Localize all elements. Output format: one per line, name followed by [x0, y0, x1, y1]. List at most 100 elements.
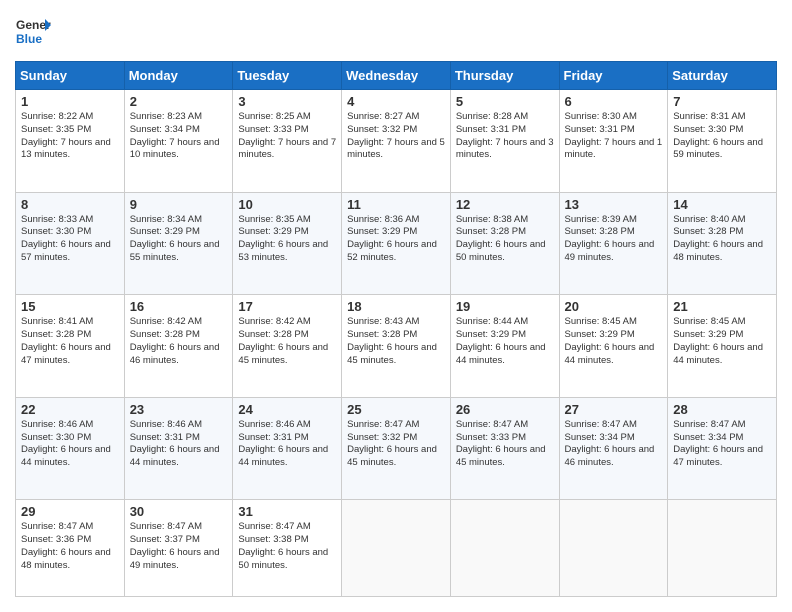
- day-info: Sunrise: 8:35 AMSunset: 3:29 PMDaylight:…: [238, 214, 328, 263]
- day-info: Sunrise: 8:47 AMSunset: 3:37 PMDaylight:…: [130, 521, 220, 570]
- day-number: 1: [21, 94, 119, 109]
- day-number: 11: [347, 197, 445, 212]
- day-number: 23: [130, 402, 228, 417]
- day-number: 16: [130, 299, 228, 314]
- svg-text:Blue: Blue: [16, 32, 42, 46]
- col-header-friday: Friday: [559, 62, 668, 90]
- day-number: 28: [673, 402, 771, 417]
- calendar-cell: 22 Sunrise: 8:46 AMSunset: 3:30 PMDaylig…: [16, 397, 125, 500]
- day-number: 14: [673, 197, 771, 212]
- col-header-monday: Monday: [124, 62, 233, 90]
- calendar-cell: 9 Sunrise: 8:34 AMSunset: 3:29 PMDayligh…: [124, 192, 233, 295]
- day-info: Sunrise: 8:31 AMSunset: 3:30 PMDaylight:…: [673, 111, 763, 160]
- header: General Blue: [15, 15, 777, 51]
- day-number: 31: [238, 504, 336, 519]
- calendar-cell: [559, 500, 668, 597]
- calendar-cell: 15 Sunrise: 8:41 AMSunset: 3:28 PMDaylig…: [16, 295, 125, 398]
- calendar-cell: [668, 500, 777, 597]
- logo-icon: General Blue: [15, 15, 51, 51]
- day-info: Sunrise: 8:44 AMSunset: 3:29 PMDaylight:…: [456, 316, 546, 365]
- col-header-sunday: Sunday: [16, 62, 125, 90]
- day-info: Sunrise: 8:41 AMSunset: 3:28 PMDaylight:…: [21, 316, 111, 365]
- calendar-cell: 27 Sunrise: 8:47 AMSunset: 3:34 PMDaylig…: [559, 397, 668, 500]
- day-number: 22: [21, 402, 119, 417]
- calendar-cell: 6 Sunrise: 8:30 AMSunset: 3:31 PMDayligh…: [559, 90, 668, 193]
- day-info: Sunrise: 8:25 AMSunset: 3:33 PMDaylight:…: [238, 111, 336, 160]
- calendar-cell: 8 Sunrise: 8:33 AMSunset: 3:30 PMDayligh…: [16, 192, 125, 295]
- calendar-cell: 18 Sunrise: 8:43 AMSunset: 3:28 PMDaylig…: [342, 295, 451, 398]
- day-info: Sunrise: 8:47 AMSunset: 3:36 PMDaylight:…: [21, 521, 111, 570]
- day-info: Sunrise: 8:30 AMSunset: 3:31 PMDaylight:…: [565, 111, 663, 160]
- day-info: Sunrise: 8:46 AMSunset: 3:31 PMDaylight:…: [238, 419, 328, 468]
- day-info: Sunrise: 8:40 AMSunset: 3:28 PMDaylight:…: [673, 214, 763, 263]
- logo: General Blue: [15, 15, 51, 51]
- calendar-cell: 4 Sunrise: 8:27 AMSunset: 3:32 PMDayligh…: [342, 90, 451, 193]
- calendar-cell: 19 Sunrise: 8:44 AMSunset: 3:29 PMDaylig…: [450, 295, 559, 398]
- day-info: Sunrise: 8:47 AMSunset: 3:34 PMDaylight:…: [565, 419, 655, 468]
- calendar-cell: 23 Sunrise: 8:46 AMSunset: 3:31 PMDaylig…: [124, 397, 233, 500]
- calendar-cell: 31 Sunrise: 8:47 AMSunset: 3:38 PMDaylig…: [233, 500, 342, 597]
- day-number: 17: [238, 299, 336, 314]
- day-number: 2: [130, 94, 228, 109]
- day-info: Sunrise: 8:47 AMSunset: 3:32 PMDaylight:…: [347, 419, 437, 468]
- day-info: Sunrise: 8:45 AMSunset: 3:29 PMDaylight:…: [673, 316, 763, 365]
- calendar-cell: 26 Sunrise: 8:47 AMSunset: 3:33 PMDaylig…: [450, 397, 559, 500]
- day-info: Sunrise: 8:33 AMSunset: 3:30 PMDaylight:…: [21, 214, 111, 263]
- calendar-cell: 16 Sunrise: 8:42 AMSunset: 3:28 PMDaylig…: [124, 295, 233, 398]
- calendar-cell: 10 Sunrise: 8:35 AMSunset: 3:29 PMDaylig…: [233, 192, 342, 295]
- calendar-cell: 7 Sunrise: 8:31 AMSunset: 3:30 PMDayligh…: [668, 90, 777, 193]
- calendar-cell: 1 Sunrise: 8:22 AMSunset: 3:35 PMDayligh…: [16, 90, 125, 193]
- calendar-cell: 17 Sunrise: 8:42 AMSunset: 3:28 PMDaylig…: [233, 295, 342, 398]
- day-number: 25: [347, 402, 445, 417]
- day-info: Sunrise: 8:27 AMSunset: 3:32 PMDaylight:…: [347, 111, 445, 160]
- day-number: 18: [347, 299, 445, 314]
- day-number: 20: [565, 299, 663, 314]
- day-number: 7: [673, 94, 771, 109]
- day-info: Sunrise: 8:28 AMSunset: 3:31 PMDaylight:…: [456, 111, 554, 160]
- day-info: Sunrise: 8:43 AMSunset: 3:28 PMDaylight:…: [347, 316, 437, 365]
- day-number: 15: [21, 299, 119, 314]
- day-info: Sunrise: 8:36 AMSunset: 3:29 PMDaylight:…: [347, 214, 437, 263]
- day-info: Sunrise: 8:38 AMSunset: 3:28 PMDaylight:…: [456, 214, 546, 263]
- calendar-cell: 14 Sunrise: 8:40 AMSunset: 3:28 PMDaylig…: [668, 192, 777, 295]
- day-number: 8: [21, 197, 119, 212]
- day-info: Sunrise: 8:46 AMSunset: 3:30 PMDaylight:…: [21, 419, 111, 468]
- col-header-saturday: Saturday: [668, 62, 777, 90]
- calendar-cell: [342, 500, 451, 597]
- day-number: 24: [238, 402, 336, 417]
- day-number: 4: [347, 94, 445, 109]
- calendar-cell: [450, 500, 559, 597]
- day-number: 12: [456, 197, 554, 212]
- day-number: 21: [673, 299, 771, 314]
- day-number: 13: [565, 197, 663, 212]
- day-info: Sunrise: 8:42 AMSunset: 3:28 PMDaylight:…: [238, 316, 328, 365]
- calendar-cell: 12 Sunrise: 8:38 AMSunset: 3:28 PMDaylig…: [450, 192, 559, 295]
- col-header-tuesday: Tuesday: [233, 62, 342, 90]
- day-number: 6: [565, 94, 663, 109]
- calendar-cell: 30 Sunrise: 8:47 AMSunset: 3:37 PMDaylig…: [124, 500, 233, 597]
- day-info: Sunrise: 8:22 AMSunset: 3:35 PMDaylight:…: [21, 111, 111, 160]
- day-info: Sunrise: 8:23 AMSunset: 3:34 PMDaylight:…: [130, 111, 220, 160]
- day-number: 30: [130, 504, 228, 519]
- calendar-cell: 28 Sunrise: 8:47 AMSunset: 3:34 PMDaylig…: [668, 397, 777, 500]
- day-info: Sunrise: 8:34 AMSunset: 3:29 PMDaylight:…: [130, 214, 220, 263]
- day-info: Sunrise: 8:46 AMSunset: 3:31 PMDaylight:…: [130, 419, 220, 468]
- day-number: 9: [130, 197, 228, 212]
- page: General Blue SundayMondayTuesdayWednesda…: [0, 0, 792, 612]
- calendar-cell: 21 Sunrise: 8:45 AMSunset: 3:29 PMDaylig…: [668, 295, 777, 398]
- calendar-cell: 25 Sunrise: 8:47 AMSunset: 3:32 PMDaylig…: [342, 397, 451, 500]
- day-info: Sunrise: 8:45 AMSunset: 3:29 PMDaylight:…: [565, 316, 655, 365]
- day-info: Sunrise: 8:47 AMSunset: 3:34 PMDaylight:…: [673, 419, 763, 468]
- calendar-cell: 11 Sunrise: 8:36 AMSunset: 3:29 PMDaylig…: [342, 192, 451, 295]
- day-info: Sunrise: 8:47 AMSunset: 3:33 PMDaylight:…: [456, 419, 546, 468]
- col-header-thursday: Thursday: [450, 62, 559, 90]
- calendar-cell: 3 Sunrise: 8:25 AMSunset: 3:33 PMDayligh…: [233, 90, 342, 193]
- day-info: Sunrise: 8:42 AMSunset: 3:28 PMDaylight:…: [130, 316, 220, 365]
- calendar-cell: 29 Sunrise: 8:47 AMSunset: 3:36 PMDaylig…: [16, 500, 125, 597]
- col-header-wednesday: Wednesday: [342, 62, 451, 90]
- calendar-table: SundayMondayTuesdayWednesdayThursdayFrid…: [15, 61, 777, 597]
- calendar-cell: 2 Sunrise: 8:23 AMSunset: 3:34 PMDayligh…: [124, 90, 233, 193]
- calendar-cell: 5 Sunrise: 8:28 AMSunset: 3:31 PMDayligh…: [450, 90, 559, 193]
- day-number: 26: [456, 402, 554, 417]
- calendar-cell: 24 Sunrise: 8:46 AMSunset: 3:31 PMDaylig…: [233, 397, 342, 500]
